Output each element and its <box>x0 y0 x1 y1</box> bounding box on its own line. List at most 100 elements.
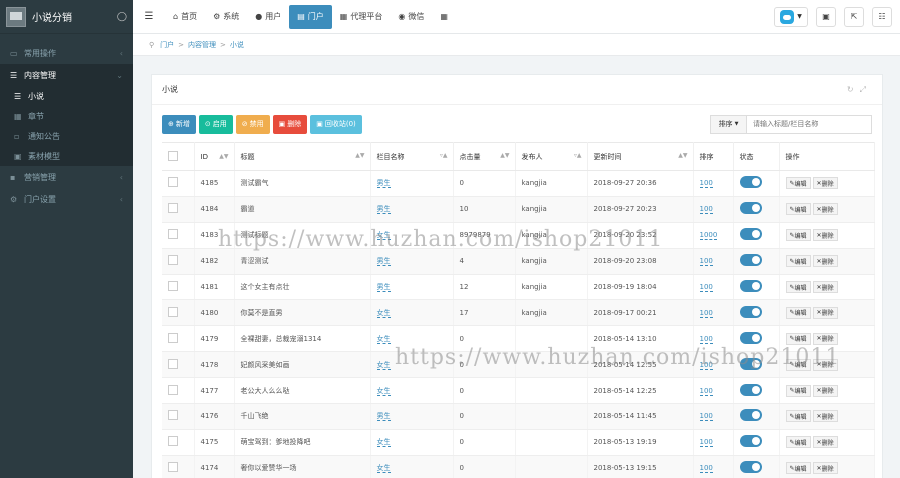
edit-button[interactable]: ✎ 编辑 <box>785 177 811 190</box>
row-delete-button[interactable]: ✕ 删除 <box>812 255 838 268</box>
status-toggle[interactable] <box>739 383 762 396</box>
refresh-icon[interactable]: ↻ <box>847 85 860 94</box>
breadcrumb-item[interactable]: 内容管理 <box>188 40 216 50</box>
sidebar-item-common[interactable]: ▭ 常用操作 ‹ <box>0 42 133 64</box>
row-delete-button[interactable]: ✕ 删除 <box>812 306 838 319</box>
sort-editable[interactable]: 100 <box>699 412 713 422</box>
status-toggle[interactable] <box>739 357 762 370</box>
edit-button[interactable]: ✎ 编辑 <box>785 436 811 449</box>
row-checkbox[interactable] <box>168 177 178 188</box>
row-checkbox[interactable] <box>168 306 178 317</box>
enable-button[interactable]: ⊙ 启用 <box>198 114 233 134</box>
category-link[interactable]: 女生 <box>376 360 391 370</box>
sort-editable[interactable]: 100 <box>699 386 713 396</box>
status-toggle[interactable] <box>739 435 762 448</box>
category-link[interactable]: 女生 <box>376 464 391 474</box>
edit-button[interactable]: ✎ 编辑 <box>785 332 811 345</box>
row-checkbox[interactable] <box>168 358 178 369</box>
row-delete-button[interactable]: ✕ 删除 <box>812 229 838 242</box>
menu-toggle-icon[interactable]: ☰ <box>133 11 165 22</box>
sort-dropdown[interactable]: 排序 ▼ <box>711 115 747 133</box>
sort-editable[interactable]: 100 <box>699 360 713 370</box>
avatar-dropdown[interactable]: ▼ <box>774 6 808 27</box>
edit-button[interactable]: ✎ 编辑 <box>785 203 811 216</box>
select-all-checkbox[interactable] <box>168 150 178 161</box>
row-checkbox[interactable] <box>168 255 178 266</box>
row-delete-button[interactable]: ✕ 删除 <box>812 177 838 190</box>
category-link[interactable]: 女生 <box>376 386 391 396</box>
sort-editable[interactable]: 100 <box>699 438 713 448</box>
category-link[interactable]: 男生 <box>376 412 391 422</box>
edit-button[interactable]: ✎ 编辑 <box>785 462 811 475</box>
tab-user[interactable]: ● 用户 <box>247 5 289 29</box>
status-toggle[interactable] <box>739 254 762 267</box>
row-checkbox[interactable] <box>168 462 178 473</box>
breadcrumb-item[interactable]: 门户 <box>160 40 174 50</box>
column-header-category[interactable]: 栏目名称 ▿▲ <box>370 142 454 171</box>
tab-portal[interactable]: ▤ 门户 <box>289 4 332 29</box>
sidebar-item-portal-settings[interactable]: ⚙ 门户设置 ‹ <box>0 188 133 210</box>
edit-button[interactable]: ✎ 编辑 <box>785 358 811 371</box>
settings-panel-button[interactable]: ☷ <box>872 6 892 27</box>
status-toggle[interactable] <box>739 202 762 215</box>
edit-button[interactable]: ✎ 编辑 <box>785 281 811 293</box>
status-toggle[interactable] <box>739 305 762 318</box>
row-checkbox[interactable] <box>168 229 178 240</box>
status-toggle[interactable] <box>739 461 762 474</box>
sort-editable[interactable]: 1000 <box>699 231 718 241</box>
row-delete-button[interactable]: ✕ 删除 <box>812 281 838 293</box>
edit-button[interactable]: ✎ 编辑 <box>785 306 811 319</box>
tab-system[interactable]: ⚙ 系统 <box>205 5 247 29</box>
water-drop-icon[interactable]: ◯ <box>117 12 127 22</box>
status-toggle[interactable] <box>739 409 762 422</box>
sort-editable[interactable]: 100 <box>699 205 713 215</box>
row-delete-button[interactable]: ✕ 删除 <box>812 332 838 345</box>
recycle-bin-button[interactable]: ▣ 回收站(0) <box>310 114 362 134</box>
search-input[interactable] <box>747 115 871 133</box>
sort-editable[interactable]: 100 <box>699 334 713 344</box>
row-checkbox[interactable] <box>168 410 178 421</box>
disable-button[interactable]: ⊘ 禁用 <box>235 114 270 134</box>
delete-button[interactable]: ▣ 删除 <box>272 114 308 134</box>
status-toggle[interactable] <box>739 280 762 292</box>
sidebar-item-marketing[interactable]: ▪ 营销管理 ‹ <box>0 166 133 188</box>
sort-editable[interactable]: 100 <box>699 179 713 189</box>
column-header-updated[interactable]: 更新时间 ▲▼ <box>587 142 694 171</box>
sidebar-item-chapter[interactable]: ▦ 章节 <box>0 106 133 126</box>
sidebar-item-material[interactable]: ▣ 素材模型 <box>0 146 133 166</box>
row-delete-button[interactable]: ✕ 删除 <box>812 358 838 371</box>
sort-editable[interactable]: 100 <box>699 464 713 474</box>
tab-apps[interactable]: ▦ <box>432 5 459 29</box>
fullscreen-button[interactable]: ⇱ <box>844 6 864 27</box>
tab-home[interactable]: ⌂ 首页 <box>165 5 205 29</box>
tab-wechat[interactable]: ◉ 微信 <box>390 5 432 29</box>
sidebar-item-novel[interactable]: ☰ 小说 <box>0 86 133 106</box>
status-toggle[interactable] <box>739 176 762 189</box>
column-header-author[interactable]: 发布人 ▿▲ <box>515 142 588 171</box>
edit-button[interactable]: ✎ 编辑 <box>785 255 811 268</box>
row-delete-button[interactable]: ✕ 删除 <box>812 384 838 397</box>
category-link[interactable]: 女生 <box>376 334 391 344</box>
sort-editable[interactable]: 100 <box>699 283 713 292</box>
row-checkbox[interactable] <box>168 281 178 291</box>
row-checkbox[interactable] <box>168 384 178 395</box>
row-delete-button[interactable]: ✕ 删除 <box>812 410 838 423</box>
row-delete-button[interactable]: ✕ 删除 <box>812 462 838 475</box>
trash-button[interactable]: ▣ <box>816 6 836 27</box>
column-header-clicks[interactable]: 点击量 ▲▼ <box>453 142 516 171</box>
row-delete-button[interactable]: ✕ 删除 <box>812 436 838 449</box>
row-checkbox[interactable] <box>168 203 178 214</box>
category-link[interactable]: 男生 <box>376 205 391 215</box>
fullscreen-icon[interactable]: ⤢ <box>860 85 872 94</box>
row-delete-button[interactable]: ✕ 删除 <box>812 203 838 216</box>
category-link[interactable]: 男生 <box>376 179 391 189</box>
edit-button[interactable]: ✎ 编辑 <box>785 384 811 397</box>
status-toggle[interactable] <box>739 228 762 241</box>
category-link[interactable]: 女生 <box>376 438 391 448</box>
sort-editable[interactable]: 100 <box>699 257 713 267</box>
tab-agent[interactable]: ▦ 代理平台 <box>332 5 391 29</box>
row-checkbox[interactable] <box>168 332 178 343</box>
status-toggle[interactable] <box>739 331 762 344</box>
add-button[interactable]: ⊕ 新增 <box>162 114 196 134</box>
category-link[interactable]: 女生 <box>376 231 391 241</box>
